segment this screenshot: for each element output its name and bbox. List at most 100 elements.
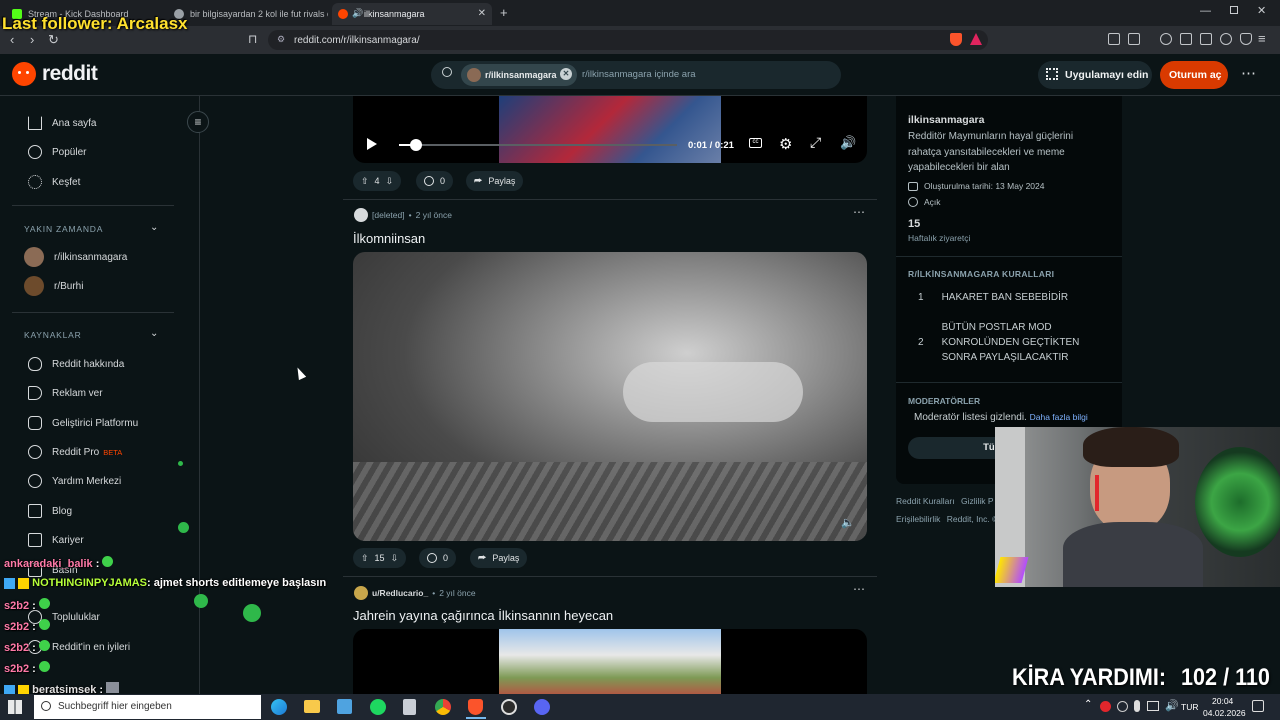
- leo-ai-icon[interactable]: [1220, 33, 1232, 45]
- volume-icon[interactable]: 🔊: [840, 135, 856, 151]
- speaker-icon[interactable]: 🔊: [352, 8, 363, 19]
- rule-item[interactable]: 2 BÜTÜN POSTLAR MOD KONROLÜNDEN GEÇTİKTE…: [918, 320, 1108, 365]
- chrome-icon[interactable]: [435, 699, 451, 715]
- screenshot-icon[interactable]: [1128, 33, 1140, 45]
- avatar[interactable]: [354, 208, 368, 222]
- recent-heading[interactable]: YAKIN ZAMANDA: [24, 224, 103, 234]
- comments-button[interactable]: 0: [416, 171, 454, 191]
- post-title[interactable]: İlkomniinsan: [353, 231, 425, 246]
- share-button[interactable]: ⮫ Paylaş: [470, 548, 528, 568]
- sidebar-item-developer[interactable]: Geliştirici Platformu: [28, 416, 138, 430]
- post-options-icon[interactable]: ⋯: [853, 205, 866, 219]
- obs-icon[interactable]: [501, 699, 517, 715]
- notification-icon[interactable]: [1252, 700, 1264, 712]
- tab-search[interactable]: bir bilgisayardan 2 kol ile fut rivals o…: [168, 3, 328, 25]
- settings-gear-icon[interactable]: ⚙: [779, 135, 792, 153]
- sidebar-item-home[interactable]: Ana sayfa: [28, 116, 96, 130]
- file-explorer-icon[interactable]: [304, 700, 320, 713]
- footer-link[interactable]: Gizlilik P: [961, 496, 994, 506]
- footer-link[interactable]: Reddit, Inc. ©: [947, 514, 999, 524]
- network-icon[interactable]: [1147, 701, 1159, 711]
- reddit-wordmark[interactable]: reddit: [42, 62, 98, 86]
- post-video[interactable]: 🔈: [353, 252, 867, 541]
- collapse-sidebar-icon[interactable]: ≡: [187, 111, 209, 133]
- clear-chip-icon[interactable]: ✕: [560, 68, 572, 80]
- microphone-icon[interactable]: [1134, 700, 1140, 712]
- footer-link[interactable]: Erişilebilirlik: [896, 514, 940, 524]
- resources-heading[interactable]: KAYNAKLAR: [24, 330, 82, 340]
- forward-icon[interactable]: ›: [30, 32, 34, 47]
- sidebar-item-reddit-pro[interactable]: Reddit Pro BETA: [28, 445, 122, 459]
- spotify-icon[interactable]: [370, 699, 386, 715]
- taskbar-search-input[interactable]: Suchbegriff hier eingeben: [34, 695, 261, 719]
- sidebar-item-help[interactable]: Yardım Merkezi: [28, 474, 121, 488]
- reload-icon[interactable]: ↻: [48, 32, 59, 48]
- chevron-up-icon[interactable]: ⌄: [150, 328, 158, 339]
- back-icon[interactable]: ‹: [10, 32, 14, 47]
- restore-icon[interactable]: [1230, 6, 1238, 14]
- upvote-icon[interactable]: ⇧: [361, 176, 369, 187]
- downvote-icon[interactable]: ⇩: [386, 176, 394, 187]
- menu-icon[interactable]: ≡: [1258, 31, 1266, 46]
- close-window-icon[interactable]: ✕: [1257, 4, 1266, 17]
- tab-ilkinsanmagara[interactable]: 🔊 ilkinsanmagara ✕: [332, 3, 492, 25]
- upvote-icon[interactable]: ⇧: [361, 553, 369, 564]
- login-button[interactable]: Oturum aç: [1160, 61, 1228, 89]
- mods-more-link[interactable]: Daha fazla bilgi: [1030, 412, 1088, 422]
- rule-item[interactable]: 1 HAKARET BAN SEBEBİDİR: [918, 292, 1108, 303]
- edge-icon[interactable]: [271, 699, 287, 715]
- downvote-icon[interactable]: ⇩: [391, 553, 399, 564]
- post-author[interactable]: [deleted]: [372, 210, 405, 220]
- comments-button[interactable]: 0: [419, 548, 457, 568]
- video-progress-track[interactable]: [399, 144, 677, 146]
- video-scrubber-handle[interactable]: [410, 139, 422, 151]
- sidebar-item-careers[interactable]: Kariyer: [28, 533, 84, 547]
- tray-chevron-icon[interactable]: ⌃: [1084, 699, 1092, 710]
- subreddit-search-chip[interactable]: r/ilkinsanmagara ✕: [461, 64, 577, 86]
- vpn-icon[interactable]: [1240, 33, 1252, 45]
- sidebar-item-burhi[interactable]: r/Burhi: [24, 276, 83, 296]
- brave-icon[interactable]: [468, 699, 483, 715]
- post-video[interactable]: [353, 629, 867, 694]
- avatar[interactable]: [354, 586, 368, 600]
- post-options-icon[interactable]: ⋯: [853, 582, 866, 596]
- sidebar-item-explore[interactable]: Keşfet: [28, 175, 80, 189]
- close-tab-icon[interactable]: ✕: [478, 8, 486, 19]
- captions-icon[interactable]: cc: [749, 138, 762, 148]
- brave-rewards-icon[interactable]: [970, 33, 982, 45]
- input-language[interactable]: TUR: [1181, 702, 1198, 712]
- video-player[interactable]: 0:01 / 0:21 cc ⚙ ⤢ 🔊: [353, 96, 867, 163]
- site-info-icon[interactable]: ⚙: [277, 34, 285, 45]
- address-bar[interactable]: ⚙ reddit.com/r/ilkinsanmagara/: [268, 30, 988, 50]
- extensions-icon[interactable]: [1108, 33, 1120, 45]
- media-icon[interactable]: [1160, 33, 1172, 45]
- bookmark-icon[interactable]: ⊓: [248, 32, 257, 46]
- brave-shield-icon[interactable]: [950, 33, 962, 46]
- post-title[interactable]: Jahrein yayına çağırınca İlkinsannın hey…: [353, 608, 613, 623]
- wallet-icon[interactable]: [1200, 33, 1212, 45]
- volume-tray-icon[interactable]: 🔊: [1165, 699, 1179, 712]
- post-author[interactable]: u/Redlucario_: [372, 588, 428, 598]
- clock-date[interactable]: 04.02.2026: [1203, 708, 1246, 718]
- sidebar-item-about-reddit[interactable]: Reddit hakkında: [28, 357, 124, 371]
- sidebar-icon[interactable]: [1180, 33, 1192, 45]
- reddit-logo-icon[interactable]: [12, 62, 36, 86]
- chevron-up-icon[interactable]: ⌄: [150, 222, 158, 233]
- sidebar-item-blog[interactable]: Blog: [28, 504, 72, 518]
- discord-icon[interactable]: [534, 699, 550, 715]
- tray-app-icon[interactable]: [1100, 701, 1111, 712]
- get-app-button[interactable]: Uygulamayı edin: [1038, 61, 1152, 89]
- more-options-icon[interactable]: ⋯: [1241, 64, 1256, 82]
- store-icon[interactable]: [337, 699, 352, 714]
- sidebar-item-advertise[interactable]: Reklam ver: [28, 386, 103, 400]
- windows-start-icon[interactable]: [8, 700, 22, 714]
- mute-icon[interactable]: 🔈: [841, 516, 855, 529]
- footer-link[interactable]: Reddit Kuralları: [896, 496, 955, 506]
- tray-app-icon[interactable]: [1117, 701, 1128, 712]
- sidebar-item-popular[interactable]: Popüler: [28, 145, 86, 159]
- fullscreen-icon[interactable]: ⤢: [810, 134, 821, 151]
- new-tab-icon[interactable]: +: [500, 5, 508, 20]
- minimize-icon[interactable]: —: [1200, 5, 1211, 17]
- calculator-icon[interactable]: [403, 699, 416, 715]
- share-button[interactable]: ⮫ Paylaş: [466, 171, 524, 191]
